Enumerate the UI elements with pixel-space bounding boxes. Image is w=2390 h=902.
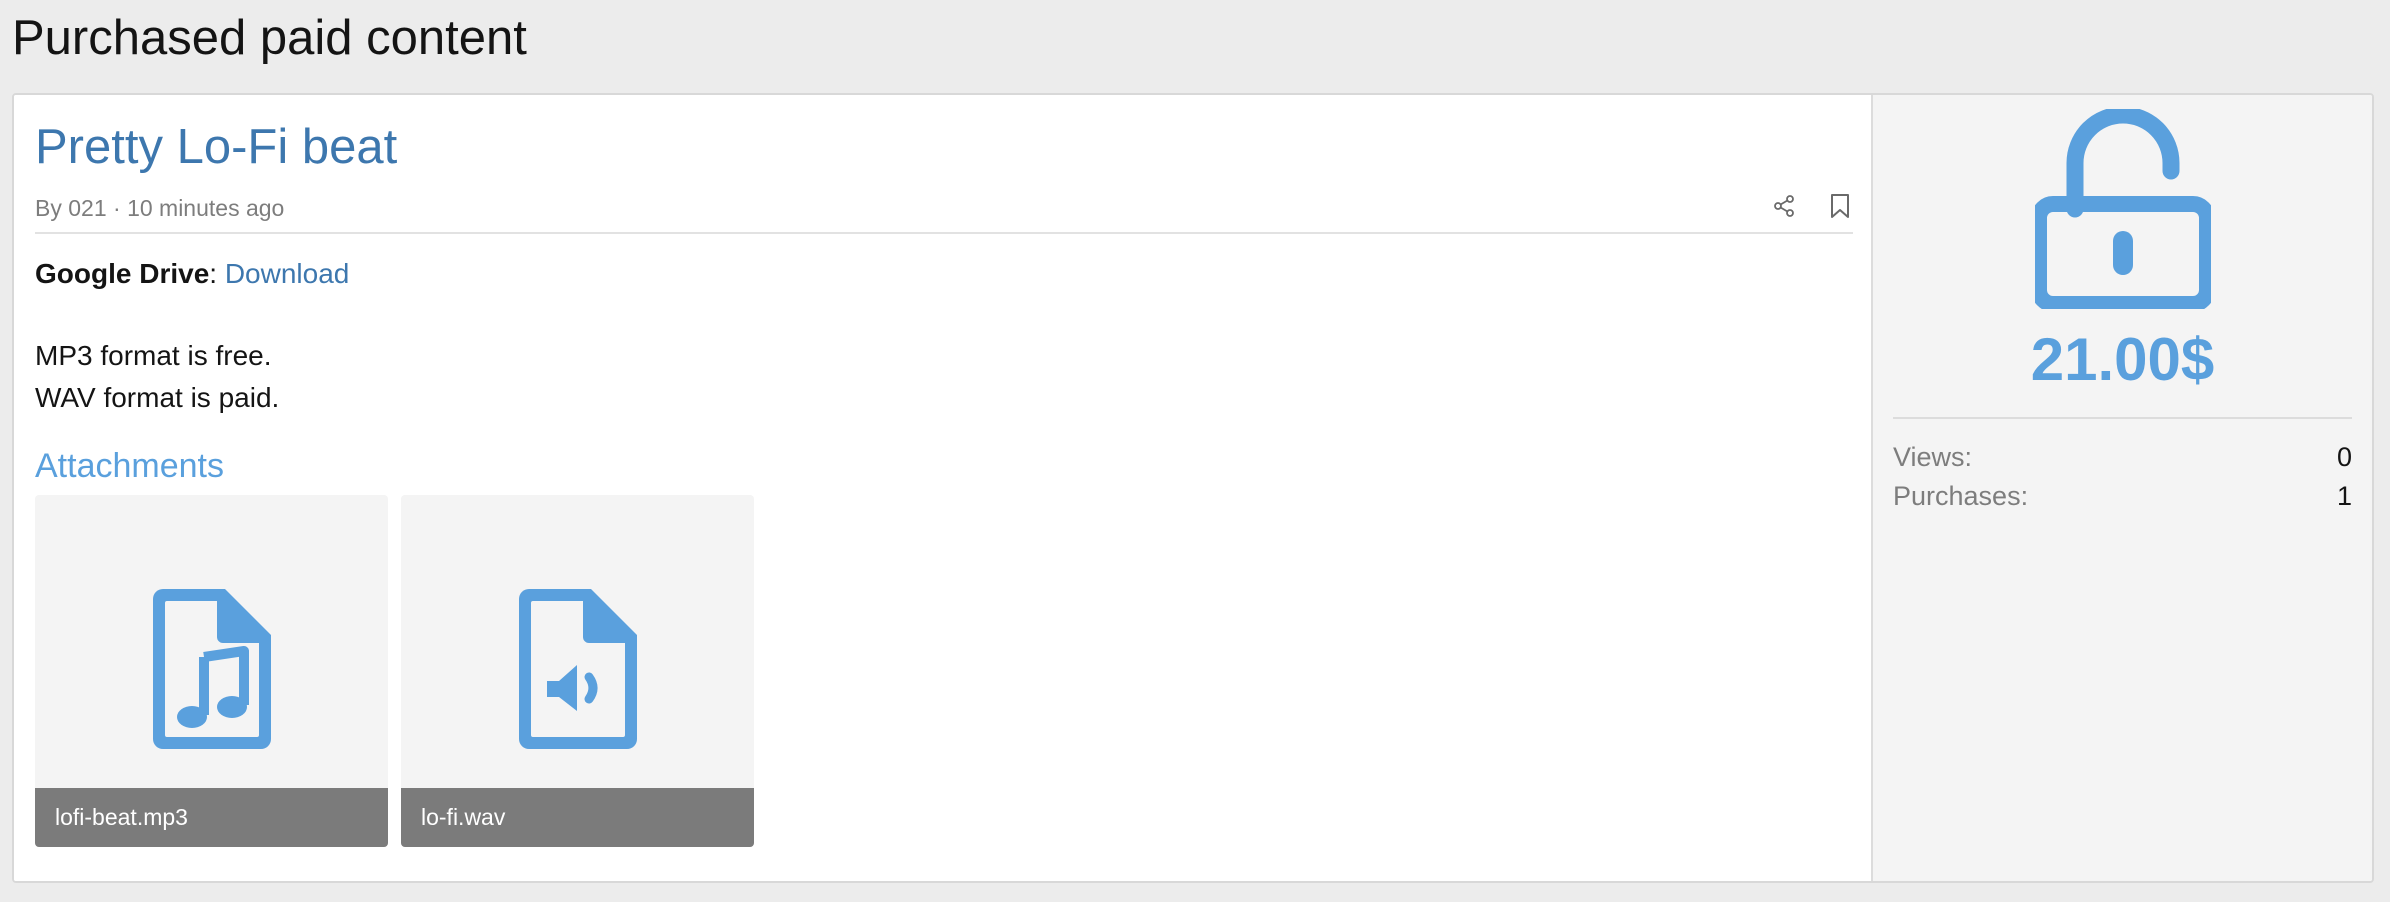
title-divider xyxy=(35,232,1853,234)
attachment-tile[interactable]: lofi-beat.mp3 xyxy=(35,495,388,847)
author-link[interactable]: By 021 xyxy=(35,195,107,221)
attachment-filename: lo-fi.wav xyxy=(401,788,754,847)
stat-row-purchases: Purchases: 1 xyxy=(1893,478,2352,514)
body-text-wav: WAV format is paid. xyxy=(35,382,280,413)
item-actions xyxy=(1771,191,1853,221)
share-icon[interactable] xyxy=(1771,191,1797,221)
bookmark-icon[interactable] xyxy=(1827,191,1853,221)
item-title[interactable]: Pretty Lo-Fi beat xyxy=(35,115,397,179)
price-label: 21.00$ xyxy=(2030,326,2215,393)
meta-separator: · xyxy=(106,195,128,221)
stat-value: 1 xyxy=(2336,481,2352,511)
file-audio-music-icon xyxy=(152,589,271,749)
post-time[interactable]: 10 minutes ago xyxy=(127,195,284,221)
file-audio-speaker-icon xyxy=(518,589,637,749)
attachment-tile[interactable]: lo-fi.wav xyxy=(401,495,754,847)
body-text-mp3: MP3 format is free. xyxy=(35,340,272,371)
price-sidebar: 21.00$ Views: 0 Purchases: 1 xyxy=(1871,95,2372,881)
stat-label: Views: xyxy=(1893,442,1973,472)
unlock-icon xyxy=(2035,109,2211,309)
attachments-heading: Attachments xyxy=(35,447,224,485)
drive-colon: : xyxy=(209,258,218,289)
stat-value: 0 xyxy=(2336,442,2352,472)
stat-row-views: Views: 0 xyxy=(1893,439,2352,475)
page-title: Purchased paid content xyxy=(12,11,527,65)
content-main: Pretty Lo-Fi beat By 021 · 10 minutes ag… xyxy=(14,95,1871,881)
download-link[interactable]: Download xyxy=(225,258,350,289)
drive-label: Google Drive xyxy=(35,258,210,289)
attachment-filename: lofi-beat.mp3 xyxy=(35,788,388,847)
stat-label: Purchases: xyxy=(1893,481,2029,511)
content-card: Pretty Lo-Fi beat By 021 · 10 minutes ag… xyxy=(12,93,2374,883)
item-meta: By 021 · 10 minutes ago xyxy=(35,193,284,223)
sidebar-divider xyxy=(1893,417,2352,419)
drive-line: Google Drive: Download xyxy=(35,256,349,292)
